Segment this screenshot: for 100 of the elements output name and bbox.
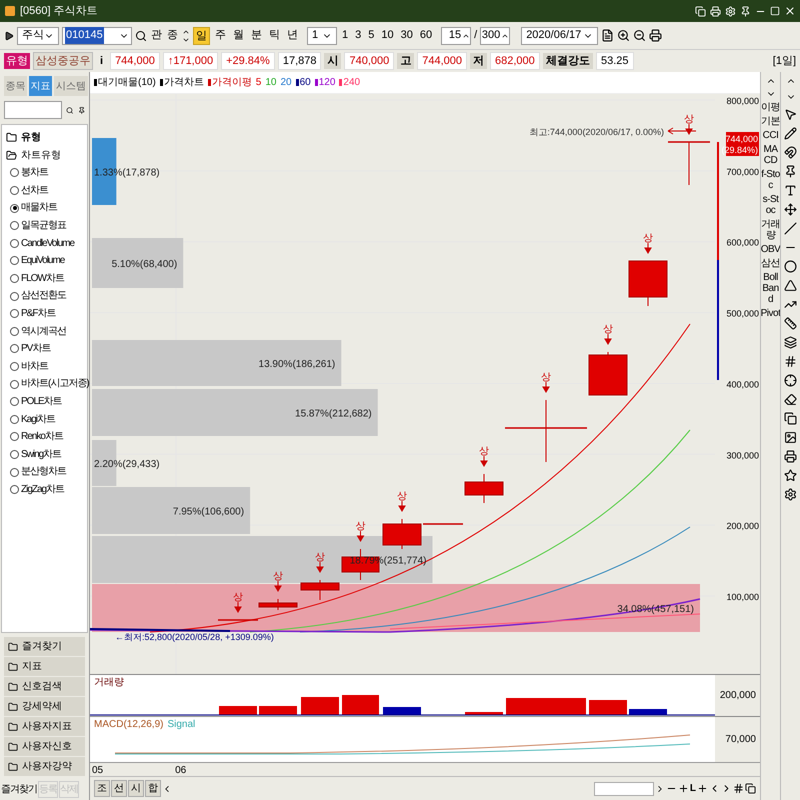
search-icon[interactable] bbox=[135, 30, 147, 42]
tree-item[interactable]: 차트유형 bbox=[21, 146, 61, 164]
chart-type-label[interactable]: FLOW차트 bbox=[21, 270, 64, 288]
folder-row[interactable]: 강세약세 bbox=[4, 697, 85, 716]
bottom-tab[interactable]: 합 bbox=[145, 780, 161, 797]
printer-icon[interactable] bbox=[710, 6, 721, 16]
image-icon[interactable] bbox=[784, 431, 797, 444]
radio-button[interactable] bbox=[10, 344, 19, 354]
search-field[interactable] bbox=[4, 101, 62, 119]
indicator-button[interactable]: 기본 bbox=[760, 116, 780, 127]
plus-icon[interactable] bbox=[697, 783, 708, 794]
total-field[interactable]: 300 bbox=[480, 26, 510, 44]
document-icon[interactable] bbox=[601, 29, 614, 42]
interval-button[interactable]: 30 bbox=[398, 27, 415, 44]
folder-row[interactable]: 신호검색 bbox=[4, 677, 85, 696]
indicator-button[interactable]: MACD bbox=[760, 144, 780, 166]
indicator-button[interactable]: 거래량 bbox=[760, 219, 780, 241]
chart-type-label[interactable]: CandleVolume bbox=[21, 234, 74, 252]
radio-button[interactable] bbox=[10, 362, 19, 372]
interval-button[interactable]: 5 bbox=[366, 27, 376, 44]
plus-icon[interactable] bbox=[678, 783, 689, 794]
zoom-out-icon[interactable] bbox=[633, 29, 646, 42]
indicator-button[interactable]: Pivot bbox=[760, 308, 780, 319]
interval-button[interactable]: 3 bbox=[353, 27, 364, 44]
chart-type-label[interactable]: Renko차트 bbox=[21, 428, 63, 446]
bottom-tab[interactable]: 조 bbox=[94, 780, 110, 797]
lookup-button[interactable]: 관 bbox=[150, 27, 163, 44]
radio-button[interactable] bbox=[10, 256, 19, 266]
radio-button[interactable] bbox=[10, 397, 19, 406]
pointer-icon[interactable] bbox=[784, 108, 797, 121]
radio-button[interactable] bbox=[10, 204, 19, 213]
line-icon[interactable] bbox=[784, 222, 797, 235]
chart-type-label[interactable]: 매물차트 bbox=[21, 199, 57, 217]
chart-type-label[interactable]: Swing차트 bbox=[21, 446, 62, 464]
crosshair-icon[interactable] bbox=[784, 374, 797, 387]
radio-button[interactable] bbox=[10, 221, 19, 230]
search-icon[interactable] bbox=[66, 104, 74, 116]
period-button[interactable]: 틱 bbox=[267, 26, 282, 44]
chart-type-label[interactable]: 일목균형표 bbox=[21, 216, 66, 235]
chart-type-label[interactable]: 삼선전환도 bbox=[21, 287, 66, 305]
radio-button[interactable] bbox=[10, 380, 19, 389]
pin-icon[interactable] bbox=[784, 165, 797, 178]
chart-type-label[interactable]: Kagi차트 bbox=[21, 410, 56, 428]
market-select[interactable]: 주식 bbox=[17, 26, 59, 44]
pin-icon[interactable] bbox=[78, 104, 85, 116]
code-field[interactable]: 010145 bbox=[62, 26, 132, 44]
copy-icon[interactable] bbox=[784, 412, 797, 425]
indicator-button[interactable]: CCI bbox=[760, 130, 780, 141]
ruler-icon[interactable] bbox=[784, 317, 797, 330]
radio-button[interactable] bbox=[10, 292, 19, 301]
radio-button[interactable] bbox=[10, 414, 19, 424]
printer-icon[interactable] bbox=[649, 29, 662, 42]
chart-type-label[interactable]: PV차트 bbox=[21, 340, 50, 358]
radio-button[interactable] bbox=[10, 485, 19, 494]
folder-row[interactable]: 사용자신호 bbox=[4, 737, 85, 756]
indicator-button[interactable]: 삼선 bbox=[760, 258, 780, 269]
chart-type-label[interactable]: P&F차트 bbox=[21, 304, 56, 323]
triangle-icon[interactable] bbox=[784, 279, 797, 292]
sidebar-tab[interactable]: 시스템 bbox=[54, 76, 88, 96]
indicator-button[interactable]: 이평 bbox=[760, 102, 780, 113]
chart-type-label[interactable]: 분산형차트 bbox=[21, 463, 66, 481]
copy-icon[interactable] bbox=[745, 783, 756, 794]
date-picker[interactable]: 2020/06/17 bbox=[521, 26, 598, 44]
play-icon[interactable] bbox=[4, 30, 14, 40]
interval-button[interactable]: 60 bbox=[418, 27, 434, 44]
text-icon[interactable] bbox=[784, 184, 797, 197]
chart-type-label[interactable]: 역시계곡선 bbox=[21, 322, 66, 340]
printer-icon[interactable] bbox=[784, 450, 797, 463]
star-icon[interactable] bbox=[784, 469, 797, 482]
radio-button[interactable] bbox=[10, 468, 19, 477]
lookup-button[interactable]: 종 bbox=[166, 27, 179, 44]
tree-item[interactable]: 유형 bbox=[21, 129, 41, 147]
folder-row[interactable]: 사용자강약 bbox=[4, 757, 85, 776]
bottom-tab[interactable]: 시 bbox=[128, 780, 144, 797]
maximize-icon[interactable] bbox=[770, 6, 780, 16]
chart-type-label[interactable]: EquiVolume bbox=[21, 252, 64, 270]
sidebar-tab[interactable]: 종목 bbox=[4, 76, 27, 96]
period-button[interactable]: 주 bbox=[213, 26, 228, 44]
copy-icon[interactable] bbox=[695, 6, 706, 16]
radio-button[interactable] bbox=[10, 238, 19, 248]
period-button[interactable]: 월 bbox=[231, 26, 246, 44]
chart-type-label[interactable]: POLE차트 bbox=[21, 392, 62, 410]
radio-button[interactable] bbox=[10, 326, 19, 336]
chart-type-label[interactable]: ZigZag차트 bbox=[21, 480, 64, 498]
move-icon[interactable] bbox=[784, 203, 797, 216]
grid-icon[interactable] bbox=[784, 355, 797, 368]
period-button[interactable]: 일 bbox=[193, 26, 210, 44]
interval-button[interactable]: 10 bbox=[379, 27, 396, 44]
magnet-icon[interactable] bbox=[784, 146, 797, 159]
indicator-button[interactable]: f-Stoc bbox=[760, 169, 780, 191]
close-icon[interactable] bbox=[784, 5, 796, 17]
indicator-button[interactable]: s-Stoc bbox=[760, 194, 780, 216]
pin-icon[interactable] bbox=[740, 6, 751, 16]
grid-icon[interactable] bbox=[733, 783, 744, 794]
radio-button[interactable] bbox=[10, 274, 19, 284]
bottom-tab[interactable]: 선 bbox=[111, 780, 127, 797]
settings-icon[interactable] bbox=[784, 488, 797, 501]
zoom-in-icon[interactable] bbox=[617, 29, 630, 42]
folder-row[interactable]: 즐겨찾기 bbox=[4, 637, 85, 656]
radio-button[interactable] bbox=[10, 432, 19, 442]
